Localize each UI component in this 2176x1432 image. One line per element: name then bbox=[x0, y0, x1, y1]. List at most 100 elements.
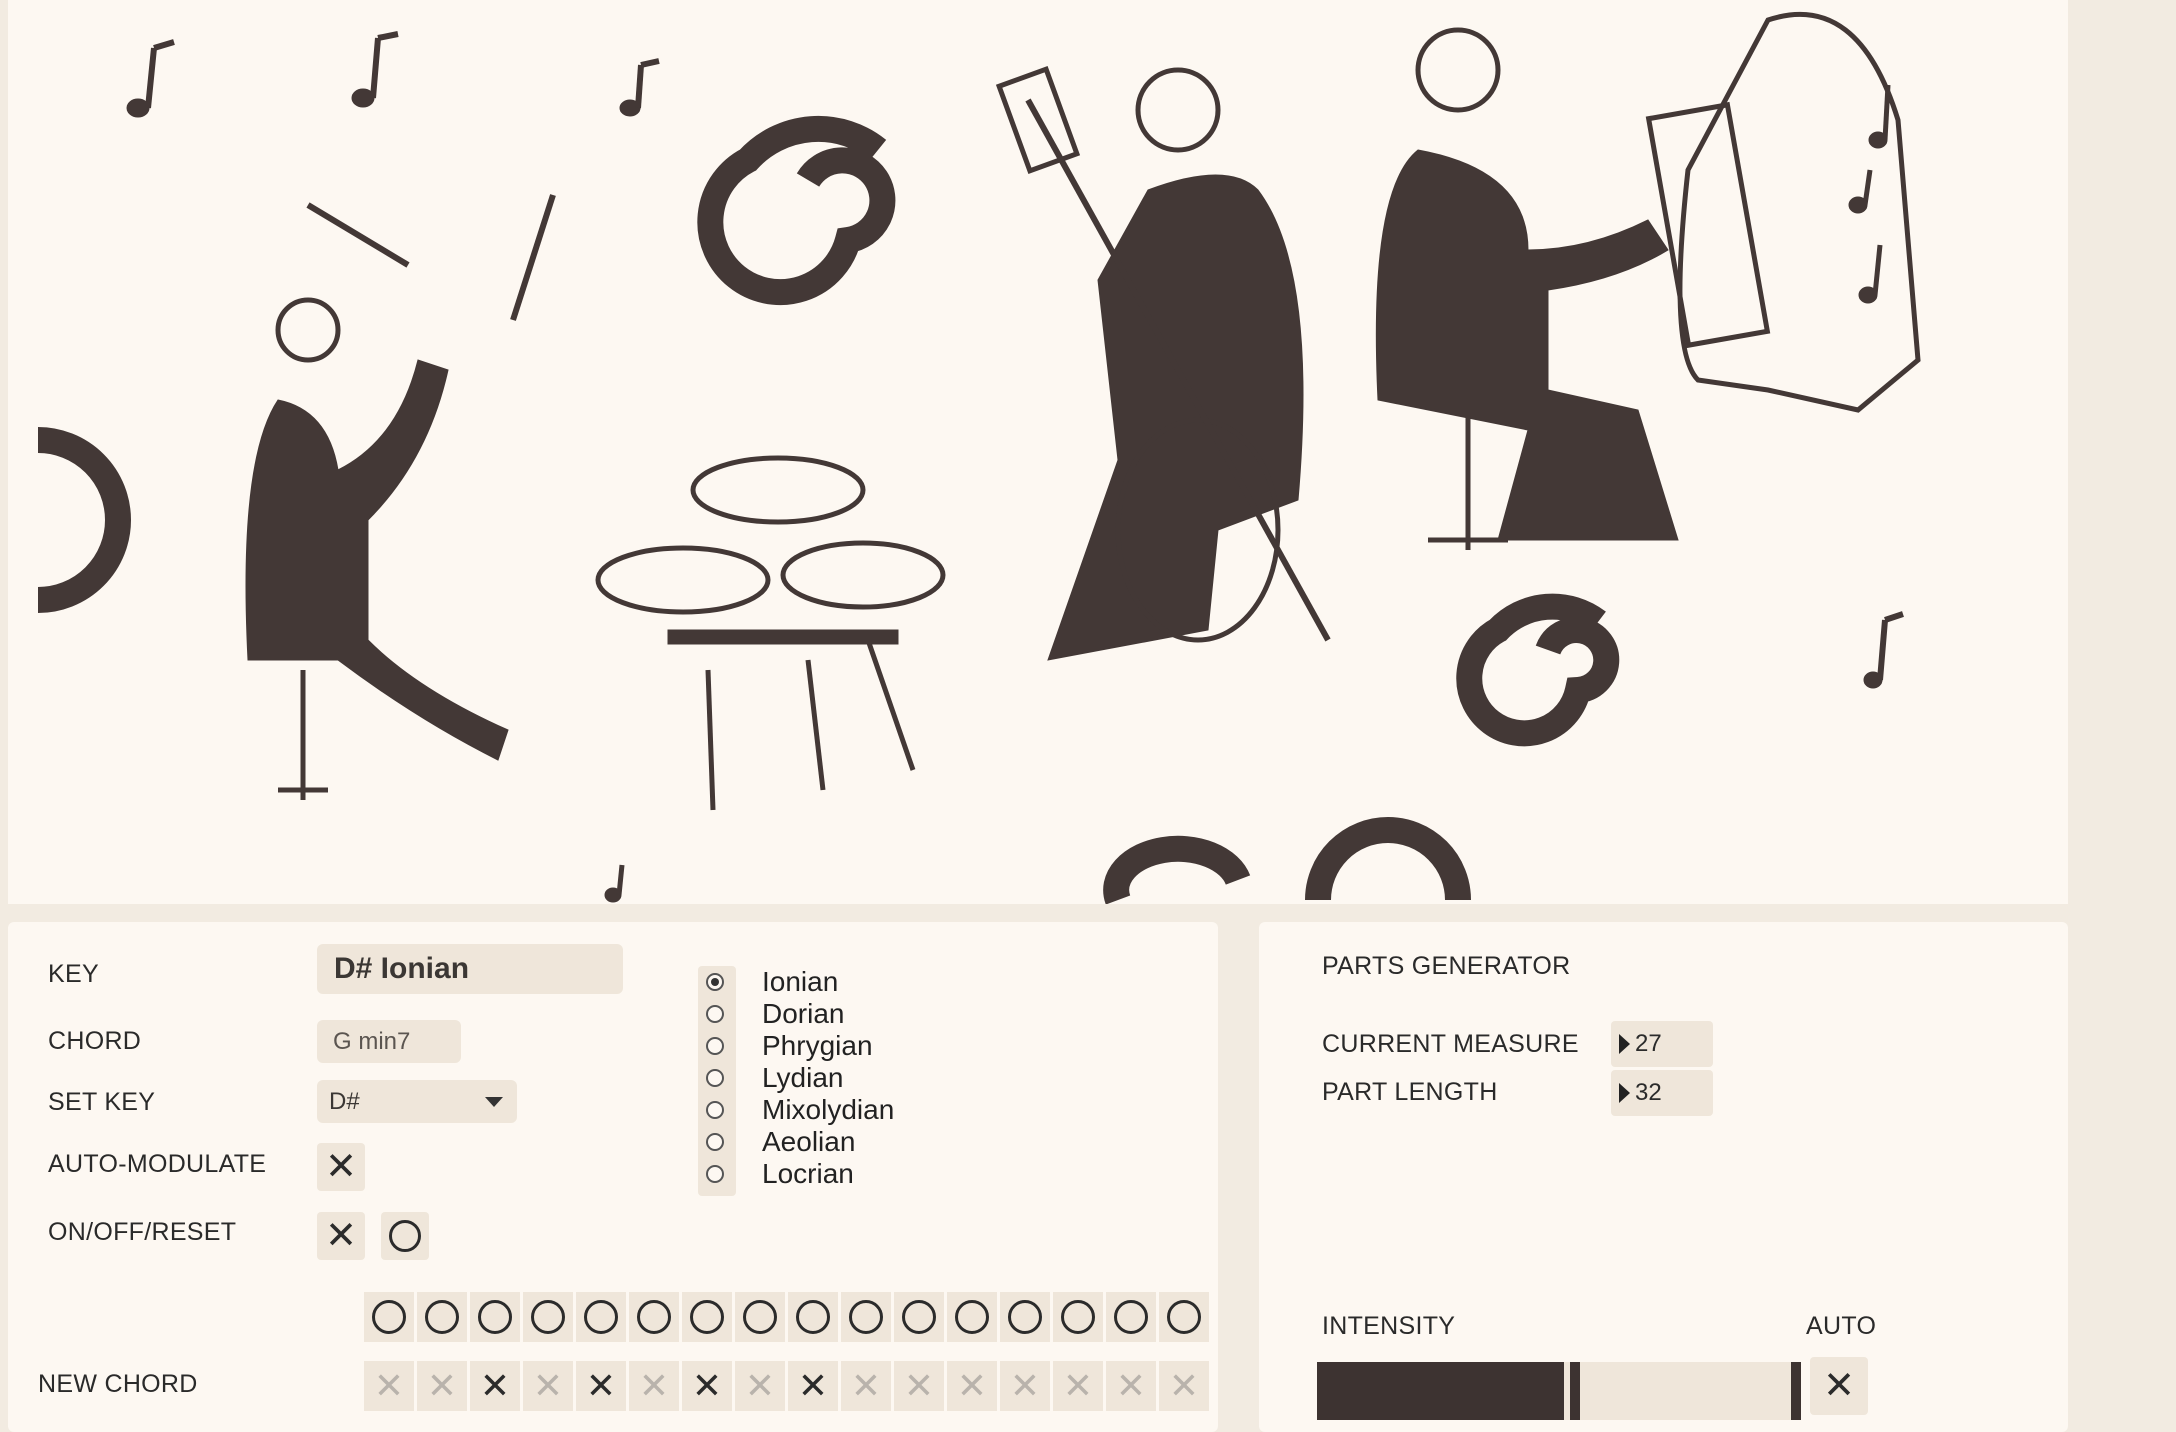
circle-mark-icon bbox=[425, 1300, 459, 1334]
intensity-max-mark bbox=[1791, 1362, 1801, 1420]
new-chord-step-toggle[interactable]: ✕ bbox=[947, 1361, 997, 1411]
new-chord-step-toggle[interactable]: ✕ bbox=[841, 1361, 891, 1411]
new-chord-step-toggle[interactable]: ✕ bbox=[682, 1361, 732, 1411]
step-indicator bbox=[1000, 1292, 1050, 1342]
key-label: KEY bbox=[48, 960, 99, 988]
cross-mark-icon: ✕ bbox=[479, 1365, 511, 1406]
note-icon bbox=[1868, 84, 1891, 149]
cross-mark-icon: ✕ bbox=[1168, 1365, 1200, 1406]
mode-option[interactable]: Aeolian bbox=[698, 1126, 855, 1158]
new-chord-step-toggle[interactable]: ✕ bbox=[1159, 1361, 1209, 1411]
circle-mark-icon bbox=[1061, 1300, 1095, 1334]
circle-mark-icon bbox=[478, 1300, 512, 1334]
circle-mark-icon bbox=[531, 1300, 565, 1334]
new-chord-step-toggle[interactable]: ✕ bbox=[1053, 1361, 1103, 1411]
cross-mark-icon: ✕ bbox=[691, 1365, 723, 1406]
circle-mark-icon bbox=[1167, 1300, 1201, 1334]
note-icon bbox=[1848, 169, 1873, 214]
radio-icon[interactable] bbox=[706, 1165, 724, 1183]
radio-icon[interactable] bbox=[706, 1133, 724, 1151]
reset-button[interactable] bbox=[381, 1212, 429, 1260]
mode-label: Locrian bbox=[762, 1158, 854, 1189]
new-chord-step-toggle[interactable]: ✕ bbox=[576, 1361, 626, 1411]
mode-label: Aeolian bbox=[762, 1126, 856, 1157]
cross-mark-icon: ✕ bbox=[532, 1365, 564, 1406]
radio-icon[interactable] bbox=[706, 1005, 724, 1023]
step-indicator bbox=[682, 1292, 732, 1342]
cross-mark-icon: ✕ bbox=[426, 1365, 458, 1406]
step-indicator bbox=[1159, 1292, 1209, 1342]
on-off-toggle[interactable]: ✕ bbox=[317, 1212, 365, 1260]
mode-option[interactable]: Locrian bbox=[698, 1158, 854, 1190]
mode-label: Dorian bbox=[762, 998, 845, 1029]
radio-icon[interactable] bbox=[706, 1037, 724, 1055]
auto-modulate-label: AUTO-MODULATE bbox=[48, 1150, 267, 1178]
cross-mark-icon: ✕ bbox=[903, 1365, 935, 1406]
number-arrow-icon bbox=[1619, 1034, 1630, 1054]
set-key-label: SET KEY bbox=[48, 1088, 156, 1116]
current-measure-number[interactable]: 27 bbox=[1611, 1021, 1713, 1067]
harmony-panel: KEY D# Ionian CHORD G min7 SET KEY D# AU… bbox=[8, 922, 1218, 1432]
auto-toggle[interactable]: ✕ bbox=[1810, 1357, 1868, 1415]
circle-mark-icon bbox=[1114, 1300, 1148, 1334]
circle-mark-icon bbox=[743, 1300, 777, 1334]
mode-option[interactable]: Mixolydian bbox=[698, 1094, 894, 1126]
mode-option[interactable]: Dorian bbox=[698, 998, 844, 1030]
step-indicator bbox=[417, 1292, 467, 1342]
part-length-value: 32 bbox=[1635, 1079, 1662, 1106]
set-key-dropdown[interactable]: D# bbox=[317, 1080, 517, 1123]
cross-mark-icon: ✕ bbox=[373, 1365, 405, 1406]
note-icon bbox=[1863, 611, 1904, 689]
intensity-slider[interactable] bbox=[1317, 1362, 1801, 1420]
cross-mark-icon: ✕ bbox=[850, 1365, 882, 1406]
mode-option[interactable]: Phrygian bbox=[698, 1030, 873, 1062]
new-chord-step-toggle[interactable]: ✕ bbox=[417, 1361, 467, 1411]
new-chord-step-toggle[interactable]: ✕ bbox=[364, 1361, 414, 1411]
mode-label: Ionian bbox=[762, 966, 839, 997]
new-chord-step-toggle[interactable]: ✕ bbox=[735, 1361, 785, 1411]
new-chord-step-toggle[interactable]: ✕ bbox=[894, 1361, 944, 1411]
part-length-number[interactable]: 32 bbox=[1611, 1070, 1713, 1116]
step-indicator-row bbox=[364, 1292, 1212, 1342]
note-icon bbox=[1858, 244, 1883, 304]
circle-mark-icon bbox=[955, 1300, 989, 1334]
part-length-label: PART LENGTH bbox=[1322, 1078, 1498, 1106]
illustration-svg bbox=[37, 11, 1921, 904]
mode-option[interactable]: Ionian bbox=[698, 966, 838, 998]
new-chord-step-toggle[interactable]: ✕ bbox=[788, 1361, 838, 1411]
intensity-label: INTENSITY bbox=[1322, 1312, 1456, 1340]
circle-mark-icon bbox=[372, 1300, 406, 1334]
cross-mark-icon: ✕ bbox=[744, 1365, 776, 1406]
circle-mark-icon bbox=[389, 1220, 421, 1252]
auto-modulate-toggle[interactable]: ✕ bbox=[317, 1143, 365, 1191]
number-arrow-icon bbox=[1619, 1083, 1630, 1103]
key-display: D# Ionian bbox=[317, 944, 623, 994]
new-chord-step-toggle[interactable]: ✕ bbox=[629, 1361, 679, 1411]
set-key-value: D# bbox=[329, 1088, 360, 1115]
radio-icon[interactable] bbox=[706, 1101, 724, 1119]
new-chord-step-toggle[interactable]: ✕ bbox=[470, 1361, 520, 1411]
new-chord-label: NEW CHORD bbox=[38, 1370, 198, 1398]
radio-icon[interactable] bbox=[706, 1069, 724, 1087]
note-icon bbox=[126, 39, 175, 118]
note-icon bbox=[351, 31, 399, 108]
cross-mark-icon: ✕ bbox=[1115, 1365, 1147, 1406]
cross-mark-icon: ✕ bbox=[585, 1365, 617, 1406]
cross-mark-icon: ✕ bbox=[797, 1365, 829, 1406]
intensity-handle[interactable] bbox=[1569, 1362, 1580, 1420]
radio-icon[interactable] bbox=[706, 973, 724, 991]
mode-option[interactable]: Lydian bbox=[698, 1062, 843, 1094]
auto-label: AUTO bbox=[1806, 1312, 1877, 1340]
note-icon bbox=[619, 58, 660, 117]
circle-mark-icon bbox=[902, 1300, 936, 1334]
cross-mark-icon: ✕ bbox=[325, 1146, 357, 1188]
chord-label: CHORD bbox=[48, 1027, 142, 1055]
step-indicator bbox=[523, 1292, 573, 1342]
mode-label: Lydian bbox=[762, 1062, 844, 1093]
new-chord-step-toggle[interactable]: ✕ bbox=[1106, 1361, 1156, 1411]
new-chord-step-toggle[interactable]: ✕ bbox=[1000, 1361, 1050, 1411]
step-indicator bbox=[894, 1292, 944, 1342]
circle-mark-icon bbox=[796, 1300, 830, 1334]
new-chord-step-toggle[interactable]: ✕ bbox=[523, 1361, 573, 1411]
circle-mark-icon bbox=[637, 1300, 671, 1334]
